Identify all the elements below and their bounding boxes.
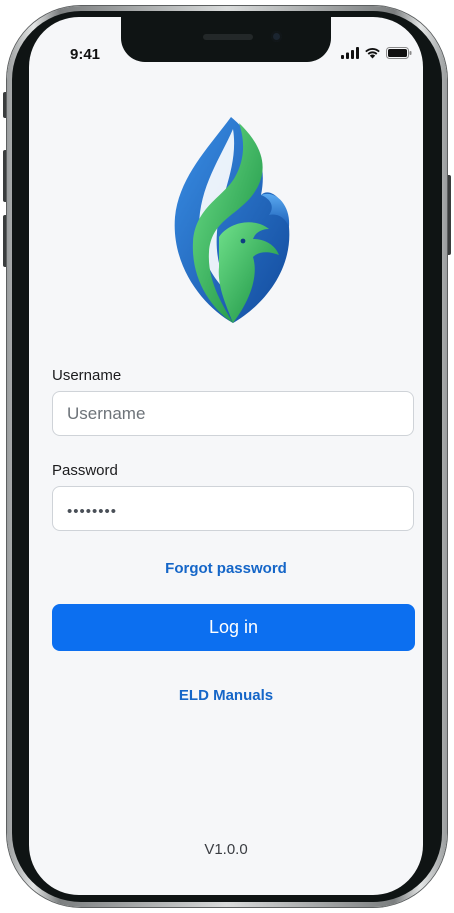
cellular-signal-icon [341,47,359,59]
status-time: 9:41 [70,46,101,63]
speaker-grille [203,34,253,40]
app-version: V1.0.0 [204,841,248,858]
notch [121,17,331,62]
forgot-password-link[interactable]: Forgot password [29,560,423,577]
login-screen: 9:41 Username Username Password ••••••••… [29,17,423,895]
login-button[interactable]: Log in [52,604,415,651]
eld-manuals-link[interactable]: ELD Manuals [29,687,423,704]
password-label: Password [52,462,118,479]
wifi-icon [365,48,380,59]
username-label: Username [52,367,122,384]
flame-eagle-logo [174,117,290,323]
username-input[interactable] [52,391,414,436]
battery-icon [386,47,412,59]
front-camera [271,31,282,42]
phone-mockup: 9:41 Username Username Password ••••••••… [0,0,454,913]
password-input[interactable] [52,486,414,531]
status-icons [341,47,412,59]
